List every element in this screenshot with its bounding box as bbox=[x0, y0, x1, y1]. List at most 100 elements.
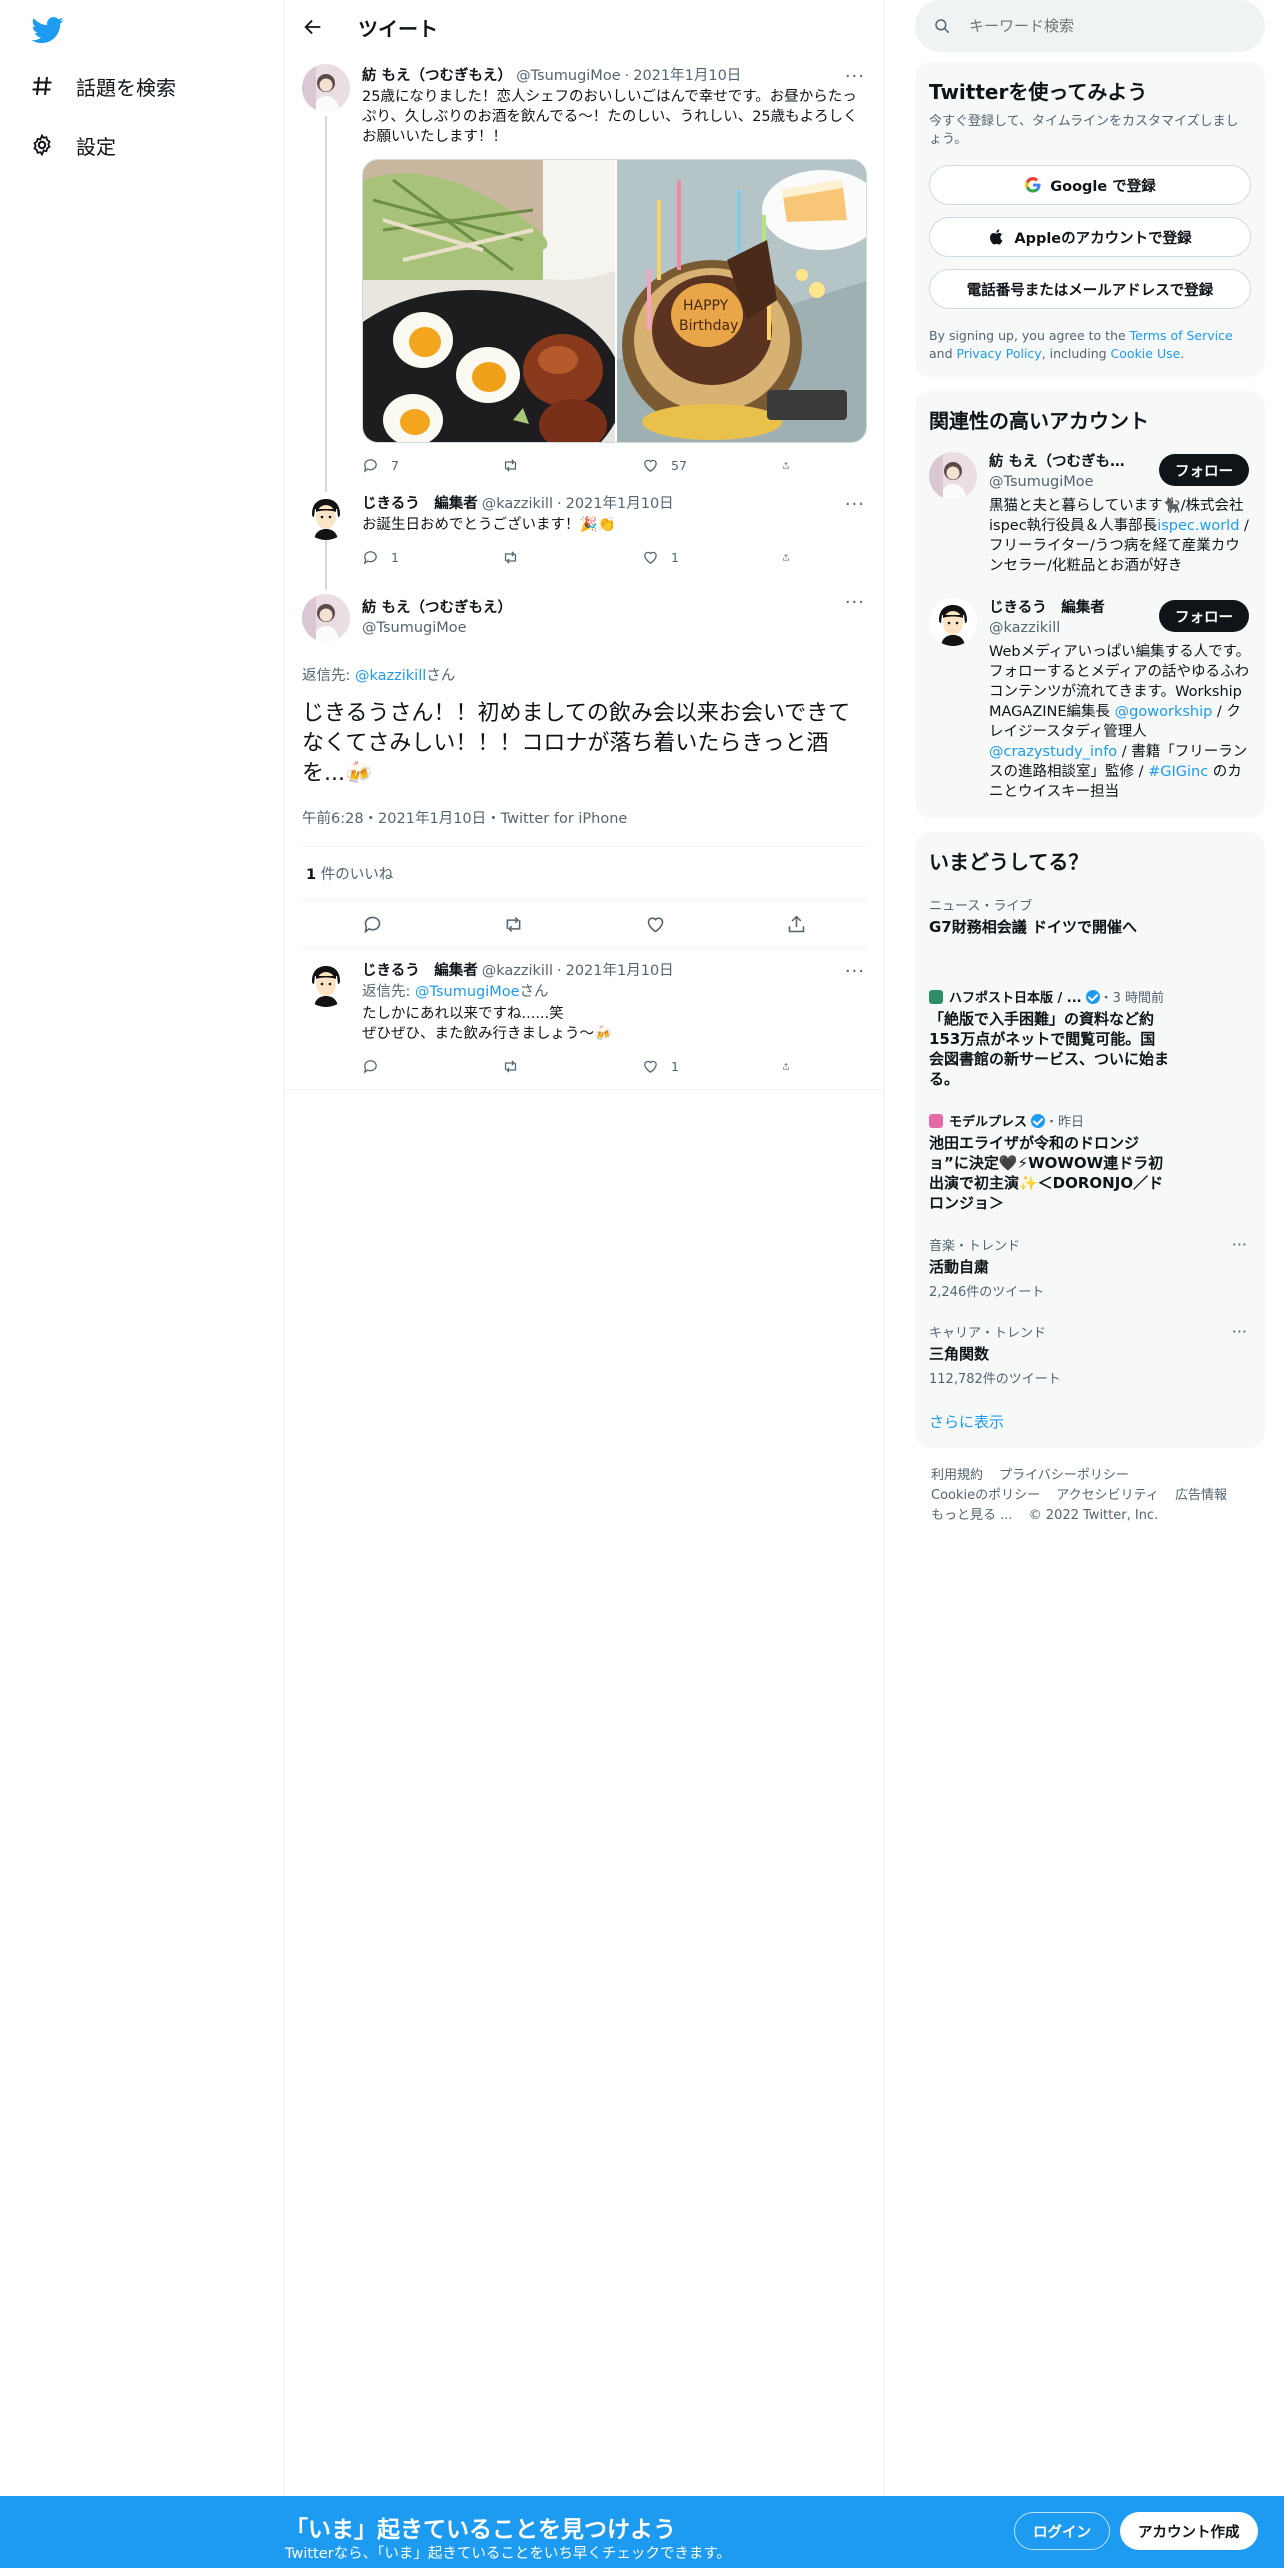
reply-button[interactable]: 7 bbox=[362, 457, 472, 474]
trend-item[interactable]: キャリア・トレンド 三角関数 112,782件のツイート ··· bbox=[929, 1310, 1251, 1397]
signup-banner: 「いま」起きていることを見つけよう Twitterなら、「いま」起きていることを… bbox=[0, 2496, 1284, 2568]
author-handle[interactable]: @kazzikill bbox=[482, 496, 553, 512]
tweet[interactable]: じきるう 編集者 @kazzikill · 2021年1月10日 お誕生日おめで… bbox=[286, 488, 883, 590]
apple-signup-button[interactable]: Appleのアカウントで登録 bbox=[929, 217, 1251, 257]
terms-text: and bbox=[929, 346, 957, 361]
trend-item[interactable]: ニュース・ライブ G7財務相会議 ドイツで開催へ bbox=[929, 883, 1251, 975]
reply-button[interactable] bbox=[362, 1058, 472, 1075]
twitter-logo-icon[interactable] bbox=[32, 14, 64, 46]
cake-photo[interactable]: HAPPY Birthday bbox=[614, 160, 866, 442]
trend-time: ・3 時間前 bbox=[1099, 991, 1165, 1006]
more-options-icon[interactable]: ··· bbox=[1232, 1235, 1247, 1254]
terms-of-service-link[interactable]: Terms of Service bbox=[1130, 328, 1233, 343]
nav-settings[interactable]: 設定 bbox=[30, 125, 116, 165]
like-button[interactable]: 57 bbox=[642, 457, 752, 474]
share-button[interactable] bbox=[782, 457, 802, 474]
footer-privacy-link[interactable]: プライバシーポリシー bbox=[999, 1468, 1129, 1483]
author-handle[interactable]: @TsumugiMoe bbox=[362, 618, 512, 638]
account-bio: 黒猫と夫と暮らしています🐈‍⬛/株式会社ispec執行役員＆人事部長ispec.… bbox=[989, 496, 1251, 576]
share-icon bbox=[783, 554, 789, 561]
google-signup-button[interactable]: Google で登録 bbox=[929, 165, 1251, 205]
retweet-icon[interactable] bbox=[503, 914, 524, 935]
tweet-date[interactable]: 2021年1月10日 bbox=[566, 959, 674, 980]
author-name[interactable]: じきるう 編集者 bbox=[362, 959, 478, 980]
reply-to-link[interactable]: @TsumugiMoe bbox=[415, 984, 520, 1000]
account-name[interactable]: じきるう 編集者 bbox=[989, 598, 1139, 618]
more-options-icon[interactable]: ··· bbox=[845, 592, 865, 613]
trend-item[interactable]: ハフポスト日本版 / ... ・3 時間前 「絶版で入手困難」の資料など約153… bbox=[929, 975, 1251, 1099]
footer-ads-link[interactable]: 広告情報 bbox=[1175, 1488, 1227, 1503]
signup-button[interactable]: アカウント作成 bbox=[1120, 2512, 1258, 2550]
reply-icon bbox=[363, 459, 377, 473]
share-button[interactable] bbox=[782, 549, 802, 566]
author-name[interactable]: じきるう 編集者 bbox=[362, 492, 478, 513]
bio-link[interactable]: ispec.world bbox=[1157, 518, 1239, 534]
trend-item[interactable]: モデルプレス ・昨日 池田エライザが令和のドロンジョ”に決定🖤⚡WOWOW連ドラ… bbox=[929, 1099, 1251, 1223]
trends-card: いまどうしてる？ ニュース・ライブ G7財務相会議 ドイツで開催へ ハフポスト日… bbox=[915, 832, 1265, 1448]
retweet-button[interactable] bbox=[502, 457, 612, 474]
food-photo[interactable] bbox=[363, 160, 615, 442]
like-button[interactable]: 1 bbox=[642, 549, 752, 566]
share-button[interactable] bbox=[782, 1058, 802, 1075]
bio-link[interactable]: @goworkship bbox=[1115, 704, 1213, 720]
heart-icon bbox=[644, 1060, 657, 1073]
reply-icon bbox=[363, 1060, 377, 1074]
cookie-use-link[interactable]: Cookie Use bbox=[1111, 346, 1181, 361]
search-input[interactable] bbox=[969, 17, 1229, 35]
footer-cookie-link[interactable]: Cookieのポリシー bbox=[931, 1488, 1040, 1503]
tweet[interactable]: じきるう 編集者 @kazzikill · 2021年1月10日 返信先: @T… bbox=[286, 949, 883, 1090]
trend-time: ・昨日 bbox=[1045, 1115, 1085, 1130]
bio-link[interactable]: #GIGinc bbox=[1148, 764, 1208, 780]
reply-button[interactable]: 1 bbox=[362, 549, 472, 566]
heart-icon[interactable] bbox=[645, 914, 666, 935]
follow-button[interactable]: フォロー bbox=[1159, 454, 1249, 486]
trend-item[interactable]: 音楽・トレンド 活動自粛 2,246件のツイート ··· bbox=[929, 1223, 1251, 1310]
thread-line bbox=[325, 544, 327, 590]
avatar[interactable] bbox=[929, 452, 977, 500]
reply-icon[interactable] bbox=[362, 914, 383, 935]
avatar[interactable] bbox=[929, 598, 977, 646]
avatar[interactable] bbox=[302, 959, 350, 1007]
more-options-icon[interactable]: ··· bbox=[845, 66, 865, 87]
reply-to-link[interactable]: @kazzikill bbox=[355, 668, 426, 684]
show-more-link[interactable]: さらに表示 bbox=[929, 1397, 1251, 1438]
privacy-policy-link[interactable]: Privacy Policy bbox=[957, 346, 1042, 361]
retweet-button[interactable] bbox=[502, 549, 612, 566]
likes-summary[interactable]: 1 件のいいね bbox=[302, 847, 867, 901]
follow-button[interactable]: フォロー bbox=[1159, 600, 1249, 632]
avatar[interactable] bbox=[302, 492, 350, 540]
author-handle[interactable]: @TsumugiMoe bbox=[516, 68, 621, 84]
tweet-date[interactable]: 2021年1月10日 bbox=[566, 492, 674, 513]
more-options-icon[interactable]: ··· bbox=[845, 961, 865, 982]
avatar[interactable] bbox=[302, 594, 350, 642]
share-icon[interactable] bbox=[786, 914, 807, 935]
nav-explore[interactable]: 話題を検索 bbox=[30, 66, 176, 106]
footer-more-link[interactable]: もっと見る ... bbox=[931, 1508, 1013, 1523]
retweet-button[interactable] bbox=[502, 1058, 612, 1075]
related-account[interactable]: じきるう 編集者 @kazzikill Webメディアいっぱい編集する人です。フ… bbox=[929, 598, 1251, 802]
tweet-media[interactable]: HAPPY Birthday bbox=[362, 159, 867, 443]
like-button[interactable]: 1 bbox=[642, 1058, 752, 1075]
more-options-icon[interactable]: ··· bbox=[1232, 1322, 1247, 1341]
avatar[interactable] bbox=[302, 64, 350, 112]
terms-text: , including bbox=[1041, 346, 1111, 361]
share-icon bbox=[783, 1063, 789, 1070]
footer-accessibility-link[interactable]: アクセシビリティ bbox=[1056, 1488, 1159, 1503]
phone-email-signup-button[interactable]: 電話番号またはメールアドレスで登録 bbox=[929, 269, 1251, 309]
tweet-meta[interactable]: 午前6:28・2021年1月10日・Twitter for iPhone bbox=[302, 807, 867, 847]
related-account[interactable]: 紡 もえ（つむぎもえ） @TsumugiMoe 黒猫と夫と暮らしています🐈‍⬛/… bbox=[929, 452, 1251, 576]
login-button[interactable]: ログイン bbox=[1014, 2512, 1110, 2550]
footer-terms-link[interactable]: 利用規約 bbox=[931, 1468, 983, 1483]
tweet-text-line: たしかにあれ以来ですね......笑 bbox=[362, 1006, 564, 1022]
more-options-icon[interactable]: ··· bbox=[845, 494, 865, 515]
search-bar[interactable] bbox=[915, 0, 1265, 52]
trend-title: 池田エライザが令和のドロンジョ”に決定🖤⚡WOWOW連ドラ初出演で初主演✨＜DO… bbox=[929, 1134, 1164, 1212]
author-name[interactable]: 紡 もえ（つむぎもえ） bbox=[362, 64, 512, 85]
tweet[interactable]: 紡 もえ（つむぎもえ） @TsumugiMoe · 2021年1月10日 25歳… bbox=[286, 54, 883, 546]
account-name[interactable]: 紡 もえ（つむぎもえ） bbox=[989, 452, 1139, 472]
author-name[interactable]: 紡 もえ（つむぎもえ） bbox=[362, 598, 512, 618]
author-handle[interactable]: @kazzikill bbox=[482, 963, 553, 979]
tweet-date[interactable]: 2021年1月10日 bbox=[633, 64, 741, 85]
bio-link[interactable]: @crazystudy_info bbox=[989, 744, 1117, 760]
back-arrow-icon[interactable] bbox=[302, 16, 324, 38]
